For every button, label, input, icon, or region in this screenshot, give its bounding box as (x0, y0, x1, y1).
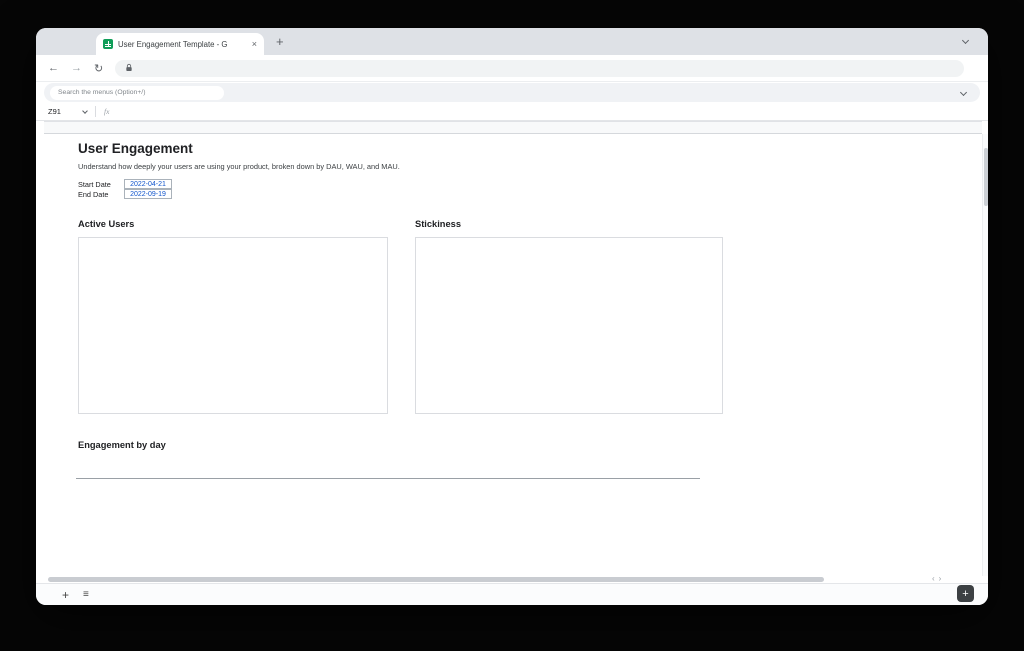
close-window-button[interactable] (51, 37, 60, 46)
start-date-input[interactable]: 2022-04-21 (124, 179, 172, 189)
overlay-plus-button[interactable]: + (957, 585, 974, 602)
vertical-scrollbar-thumb[interactable] (984, 148, 988, 206)
address-bar[interactable] (115, 60, 964, 77)
table-header-underline (76, 478, 700, 479)
window-controls[interactable] (51, 37, 94, 46)
zoom-window-button[interactable] (85, 37, 94, 46)
back-icon[interactable]: ← (48, 62, 59, 74)
toolbar-overflow-chevron-icon[interactable] (960, 89, 967, 96)
end-date-label: End Date (78, 190, 108, 200)
new-tab-button[interactable]: + (276, 34, 284, 49)
stickiness-chart[interactable] (415, 237, 723, 414)
browser-navbar: ← → ↻ (36, 55, 988, 82)
name-box[interactable]: Z91 (48, 107, 82, 116)
vertical-scrollbar[interactable] (982, 134, 988, 576)
menu-search-input[interactable]: Search the menus (Option+/) (50, 86, 224, 100)
active-users-heading: Active Users (78, 219, 134, 229)
formula-bar: Z91 fx (36, 103, 988, 121)
browser-tab[interactable]: User Engagement Template - G × (96, 33, 264, 55)
horizontal-scrollbar[interactable] (48, 577, 824, 582)
tab-search-chevron-icon[interactable] (962, 37, 969, 44)
sheet-title: User Engagement (78, 141, 193, 156)
all-sheets-button[interactable]: ≡ (83, 589, 89, 600)
browser-window: User Engagement Template - G × + ← → ↻ S… (36, 28, 988, 605)
forward-icon[interactable]: → (71, 62, 82, 74)
tab-title: User Engagement Template - G (118, 40, 247, 49)
tab-close-icon[interactable]: × (252, 39, 257, 49)
engagement-table-heading: Engagement by day (78, 440, 166, 450)
stickiness-heading: Stickiness (415, 219, 461, 229)
add-sheet-button[interactable]: + (62, 588, 69, 602)
name-box-chevron-icon[interactable] (82, 108, 88, 114)
sheets-favicon-icon (103, 39, 113, 49)
browser-tabstrip: User Engagement Template - G × + (36, 28, 988, 55)
reload-icon[interactable]: ↻ (94, 62, 103, 75)
column-headers (44, 121, 982, 134)
menu-search-placeholder: Search the menus (Option+/) (58, 89, 145, 96)
spreadsheet-grid[interactable]: User Engagement Understand how deeply yo… (44, 134, 982, 576)
end-date-input[interactable]: 2022-09-19 (124, 189, 172, 199)
sheets-toolbar: Search the menus (Option+/) (36, 82, 988, 103)
fx-icon: fx (104, 107, 109, 116)
start-date-label: Start Date (78, 180, 111, 190)
active-users-chart[interactable] (78, 237, 388, 414)
sheet-subtitle: Understand how deeply your users are usi… (78, 162, 400, 171)
lock-icon (124, 63, 134, 73)
minimize-window-button[interactable] (68, 37, 77, 46)
sheet-tab-bar: + ≡ (36, 583, 988, 605)
horizontal-scroll-arrows[interactable]: ‹› (932, 574, 945, 583)
